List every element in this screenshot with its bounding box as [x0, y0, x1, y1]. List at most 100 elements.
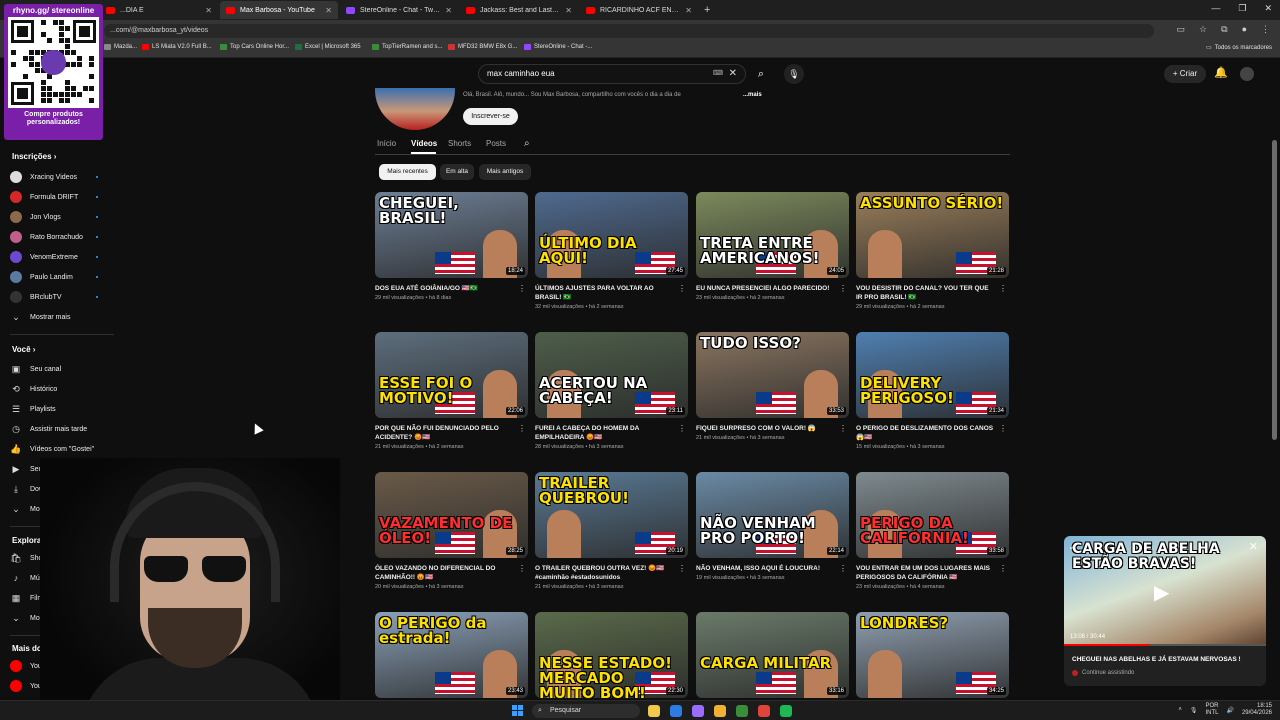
browser-tab[interactable]: RICARDINHO ACF ENCONTRO ✕ [580, 1, 698, 19]
maximize-icon[interactable]: ❐ [1238, 3, 1246, 14]
video-card[interactable]: O PERIGO da estrada! 23:43 [375, 612, 528, 698]
bookmark-item[interactable]: Mazda... [104, 44, 137, 50]
clear-search-icon[interactable]: ✕ [729, 65, 737, 83]
subscription-item[interactable]: VenomExtreme [10, 251, 78, 263]
channel-tab[interactable]: Posts [486, 139, 506, 148]
description-more-link[interactable]: ...mais [743, 92, 762, 98]
channel-tab[interactable]: Início [377, 139, 396, 148]
video-title[interactable]: VOU ENTRAR EM UM DOS LUGARES MAIS PERIGO… [856, 564, 1009, 582]
video-card[interactable]: CARGA MILITAR 33:16 [696, 612, 849, 698]
video-title[interactable]: NÃO VENHAM, ISSO AQUI É LOUCURA! [696, 564, 849, 573]
more-options-icon[interactable]: ⋮ [518, 564, 526, 573]
video-thumbnail[interactable]: CARGA MILITAR 33:16 [696, 612, 849, 698]
video-thumbnail[interactable]: LONDRES? 34:25 [856, 612, 1009, 698]
bookmark-item[interactable]: StereOnline - Chat -... [524, 44, 592, 50]
search-button[interactable]: ⌕ [748, 64, 774, 84]
more-options-icon[interactable]: ⋮ [518, 284, 526, 293]
folder-icon[interactable] [714, 705, 726, 717]
browser-tab[interactable]: ...DIA E ✕ [100, 1, 218, 19]
browser-menu-icon[interactable]: ⋮ [1261, 24, 1270, 35]
filter-chip[interactable]: Em alta [440, 164, 474, 180]
all-bookmarks[interactable]: ▭ Todos os marcadores [1206, 44, 1272, 52]
video-card[interactable]: TRETA ENTRE AMERICANOS! 24:05 EU NUNCA PRE… [696, 192, 849, 301]
keyboard-icon[interactable]: ⌨ [713, 65, 723, 83]
video-title[interactable]: FUREI A CABEÇA DO HOMEM DA EMPILHADEIRA … [535, 424, 688, 442]
video-thumbnail[interactable]: CHEGUEI, BRASIL! 18:24 [375, 192, 528, 278]
sidebar-item-you[interactable]: ⟲ Histórico [10, 383, 57, 395]
video-card[interactable]: ASSUNTO SÉRIO! 21:28 VOU DESISTIR DO CANAL… [856, 192, 1009, 310]
sidebar-item-you[interactable]: ☰ Playlists [10, 403, 56, 415]
more-options-icon[interactable]: ⋮ [839, 284, 847, 293]
volume-icon[interactable]: 🔊 [1226, 707, 1233, 714]
video-title[interactable]: FIQUEI SURPRESO COM O VALOR! 😱 [696, 424, 849, 433]
start-menu-icon[interactable] [512, 705, 524, 717]
mic-tray-icon[interactable]: 🎙 [1190, 707, 1198, 714]
more-options-icon[interactable]: ⋮ [999, 284, 1007, 293]
media-icon[interactable] [736, 705, 748, 717]
language-indicator[interactable]: POR INTL [1205, 703, 1218, 717]
search-input[interactable]: max caminhao eua ⌨ ✕ [478, 64, 746, 84]
mini-player-title[interactable]: CHEGUEI NAS ABELHAS E JÁ ESTAVAM NERVOSA… [1072, 656, 1241, 663]
tab-close-icon[interactable]: ✕ [685, 6, 692, 15]
tab-close-icon[interactable]: ✕ [205, 6, 212, 15]
video-card[interactable]: NESSE ESTADO! MERCADO MUITO BOM! 22:30 [535, 612, 688, 698]
subscribe-button[interactable]: Inscrever-se [463, 108, 518, 125]
clock[interactable]: 18:15 29/04/2026 [1242, 703, 1272, 717]
video-title[interactable]: ÚLTIMOS AJUSTES PARA VOLTAR AO BRASIL! 🇧… [535, 284, 688, 302]
sidebar-section-title[interactable]: Você › [12, 345, 35, 354]
more-options-icon[interactable]: ⋮ [839, 424, 847, 433]
close-icon[interactable]: ✕ [1249, 540, 1258, 553]
more-options-icon[interactable]: ⋮ [678, 284, 686, 293]
expand-icon[interactable]: ⤢ [1070, 542, 1076, 552]
video-card[interactable]: TUDO ISSO? 33:53 FIQUEI SURPRESO COM O VAL… [696, 332, 849, 441]
sidebar-item-you[interactable]: 👍 Vídeos com "Gostei" [10, 443, 94, 455]
video-card[interactable]: NÃO VENHAM PRO PORTO! 22:14 NÃO VENHAM, IS… [696, 472, 849, 581]
extensions-icon[interactable]: ⧉ [1221, 24, 1227, 35]
subscription-item[interactable]: Formula DRIFT [10, 191, 78, 203]
video-card[interactable]: ÚLTIMO DIA AQUI! 27:45 ÚLTIMOS AJUSTES PAR… [535, 192, 688, 310]
account-avatar[interactable] [1240, 67, 1254, 81]
file-explorer-icon[interactable] [648, 705, 660, 717]
create-button[interactable]: + Criar [1164, 65, 1206, 83]
minimize-icon[interactable]: — [1211, 3, 1220, 14]
video-card[interactable]: DELIVERY PERIGOSO! 21:34 O PERIGO DE DESLI… [856, 332, 1009, 450]
video-thumbnail[interactable]: NESSE ESTADO! MERCADO MUITO BOM! 22:30 [535, 612, 688, 698]
video-thumbnail[interactable]: NÃO VENHAM PRO PORTO! 22:14 [696, 472, 849, 558]
video-thumbnail[interactable]: ESSE FOI O MOTIVO! 22:06 [375, 332, 528, 418]
tab-close-icon[interactable]: ✕ [565, 6, 572, 15]
channel-tab[interactable]: Vídeos [411, 139, 437, 148]
subscription-item[interactable]: BRclubTV [10, 291, 62, 303]
more-options-icon[interactable]: ⋮ [678, 564, 686, 573]
mini-player-progress[interactable] [1064, 644, 1266, 646]
bookmark-item[interactable]: LS Miata V2.0 Full B... [142, 44, 212, 50]
new-tab-button[interactable]: + [704, 4, 710, 16]
subscription-item[interactable]: Xracing Videos [10, 171, 77, 183]
video-thumbnail[interactable]: VAZAMENTO DE ÓLEO! 28:25 [375, 472, 528, 558]
video-thumbnail[interactable]: O PERIGO da estrada! 23:43 [375, 612, 528, 698]
video-title[interactable]: ÓLEO VAZANDO NO DIFERENCIAL DO CAMINHÃO!… [375, 564, 528, 582]
page-scrollbar[interactable] [1272, 140, 1277, 440]
browser-tab[interactable]: StereOnline - Chat - Twitch ✕ [340, 1, 458, 19]
taskbar-search[interactable]: ⌕ Pesquisar [532, 704, 640, 718]
video-thumbnail[interactable]: ASSUNTO SÉRIO! 21:28 [856, 192, 1009, 278]
video-thumbnail[interactable]: PERIGO DA CALIFÓRNIA! 33:58 [856, 472, 1009, 558]
bookmark-item[interactable]: Top Cars Online Hor... [220, 44, 289, 50]
mini-player[interactable]: CARGA DE ABELHA ESTÃO BRAVAS! ⤢ ✕ ▶ 13:0… [1064, 536, 1266, 686]
video-title[interactable]: EU NUNCA PRESENCIEI ALGO PARECIDO! [696, 284, 849, 293]
cast-icon[interactable]: ▭ [1177, 24, 1186, 35]
voice-search-button[interactable]: 🎙 [784, 64, 804, 84]
more-options-icon[interactable]: ⋮ [839, 564, 847, 573]
video-card[interactable]: LONDRES? 34:25 [856, 612, 1009, 698]
close-window-icon[interactable]: ✕ [1264, 3, 1272, 14]
video-thumbnail[interactable]: TUDO ISSO? 33:53 [696, 332, 849, 418]
channel-tab[interactable]: Shorts [448, 139, 471, 148]
sidebar-item-you[interactable]: ◷ Assistir mais tarde [10, 423, 87, 435]
video-title[interactable]: DOS EUA ATÉ GOIÂNIA/GO 🇺🇸🇧🇷 [375, 284, 528, 293]
tray-chevron-icon[interactable]: ˄ [1178, 707, 1182, 713]
play-icon[interactable]: ▶ [1154, 580, 1169, 605]
subscription-item[interactable]: Rato Borrachudo [10, 231, 83, 243]
sidebar-item-you[interactable]: ▣ Seu canal [10, 363, 61, 375]
video-thumbnail[interactable]: TRETA ENTRE AMERICANOS! 24:05 [696, 192, 849, 278]
video-thumbnail[interactable]: ACERTOU NA CABEÇA! 23:11 [535, 332, 688, 418]
video-title[interactable]: VOU DESISTIR DO CANAL? VOU TER QUE IR PR… [856, 284, 1009, 302]
